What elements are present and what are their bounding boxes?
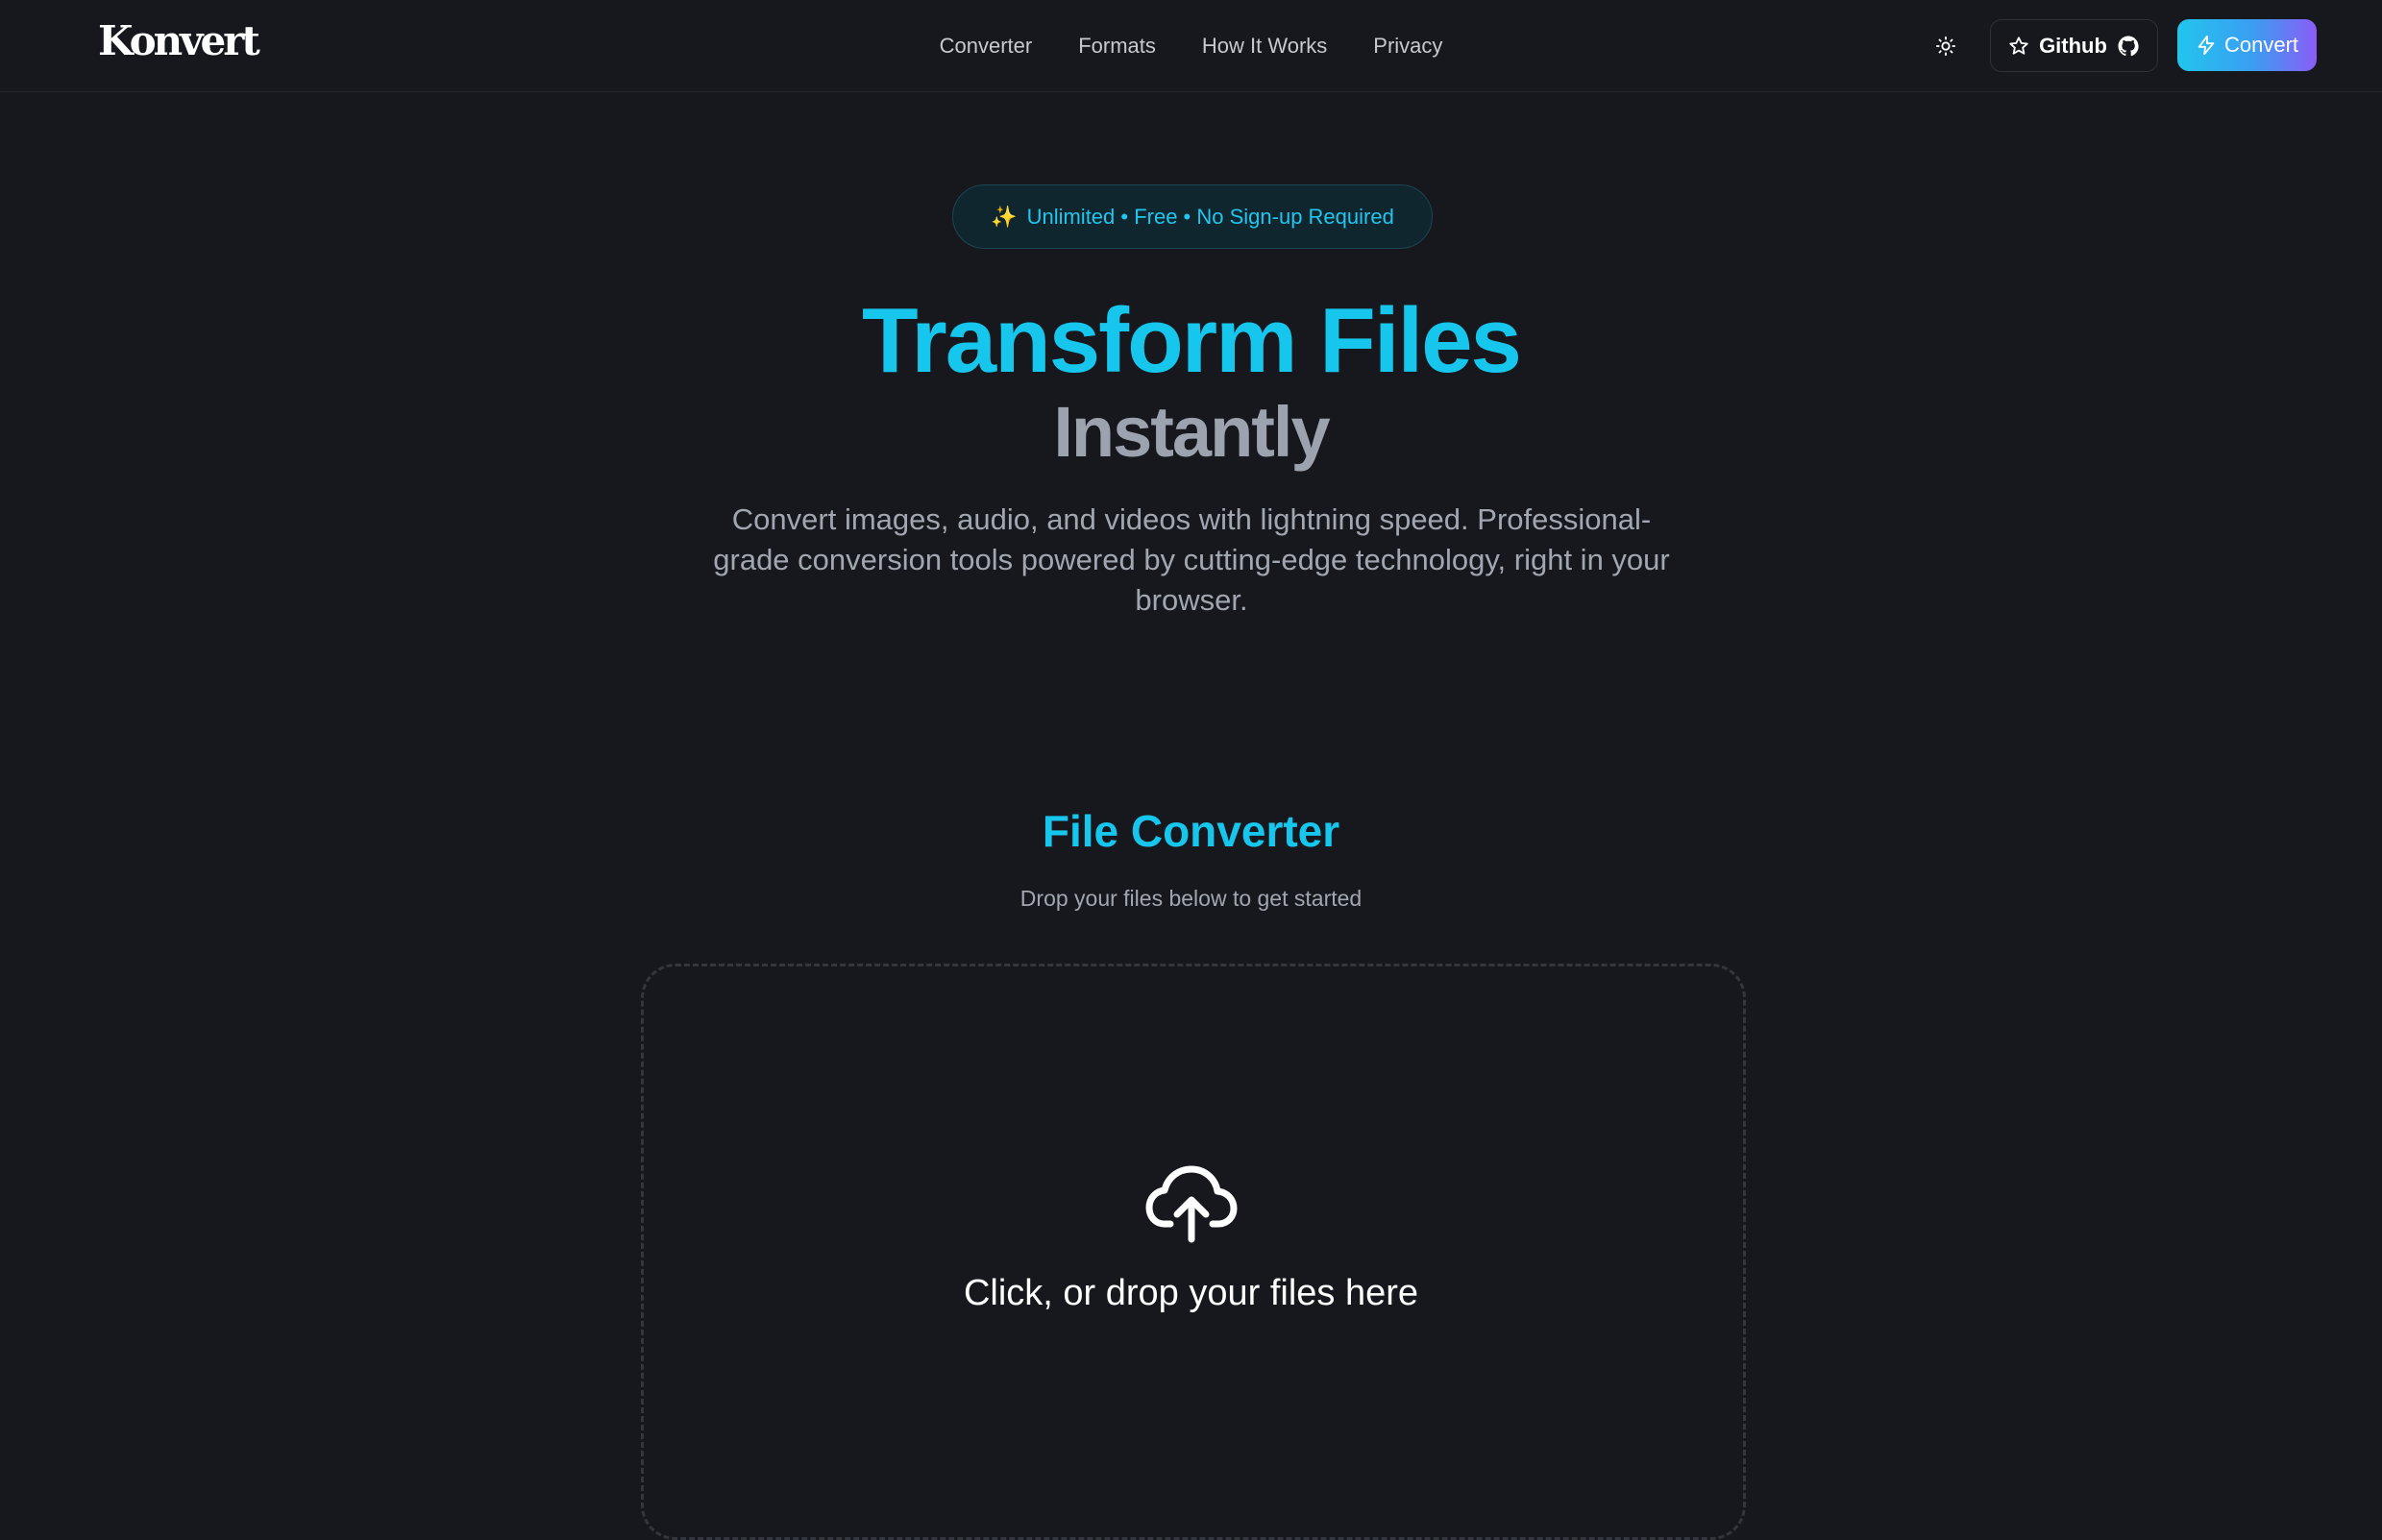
nav-link-formats[interactable]: Formats [1078,34,1156,59]
sparkle-icon: ✨ [991,204,1018,229]
hero-badge-text: Unlimited • Free • No Sign-up Required [1026,204,1394,229]
theme-toggle-button[interactable] [1927,27,1965,65]
nav-link-privacy[interactable]: Privacy [1373,34,1442,59]
cloud-upload-icon [1145,1165,1238,1243]
hero-title: Transform Files [862,289,1522,392]
convert-button-label: Convert [2223,33,2299,57]
nav-link-how-it-works[interactable]: How It Works [1202,34,1327,59]
lightning-icon [2198,35,2215,56]
converter-subtitle: Drop your files below to get started [1019,886,1363,911]
star-icon [2009,36,2028,55]
sun-icon [1935,36,1956,57]
github-button-label: Github [2039,33,2107,58]
nav-link-converter[interactable]: Converter [940,34,1033,59]
github-icon [2118,36,2139,56]
converter-title: File Converter [1042,806,1340,856]
hero-subtitle: Instantly [1053,392,1330,472]
navbar: Konvert Converter Formats How It Works P… [0,0,2382,92]
dropzone-text: Click, or drop your files here [963,1273,1419,1313]
file-dropzone[interactable] [641,964,1746,1540]
hero-description: Convert images, audio, and videos with l… [713,502,1670,617]
github-button[interactable]: Github [1990,19,2158,72]
convert-button[interactable]: Convert [2177,19,2317,71]
hero-badge: ✨ Unlimited • Free • No Sign-up Required [952,184,1433,249]
